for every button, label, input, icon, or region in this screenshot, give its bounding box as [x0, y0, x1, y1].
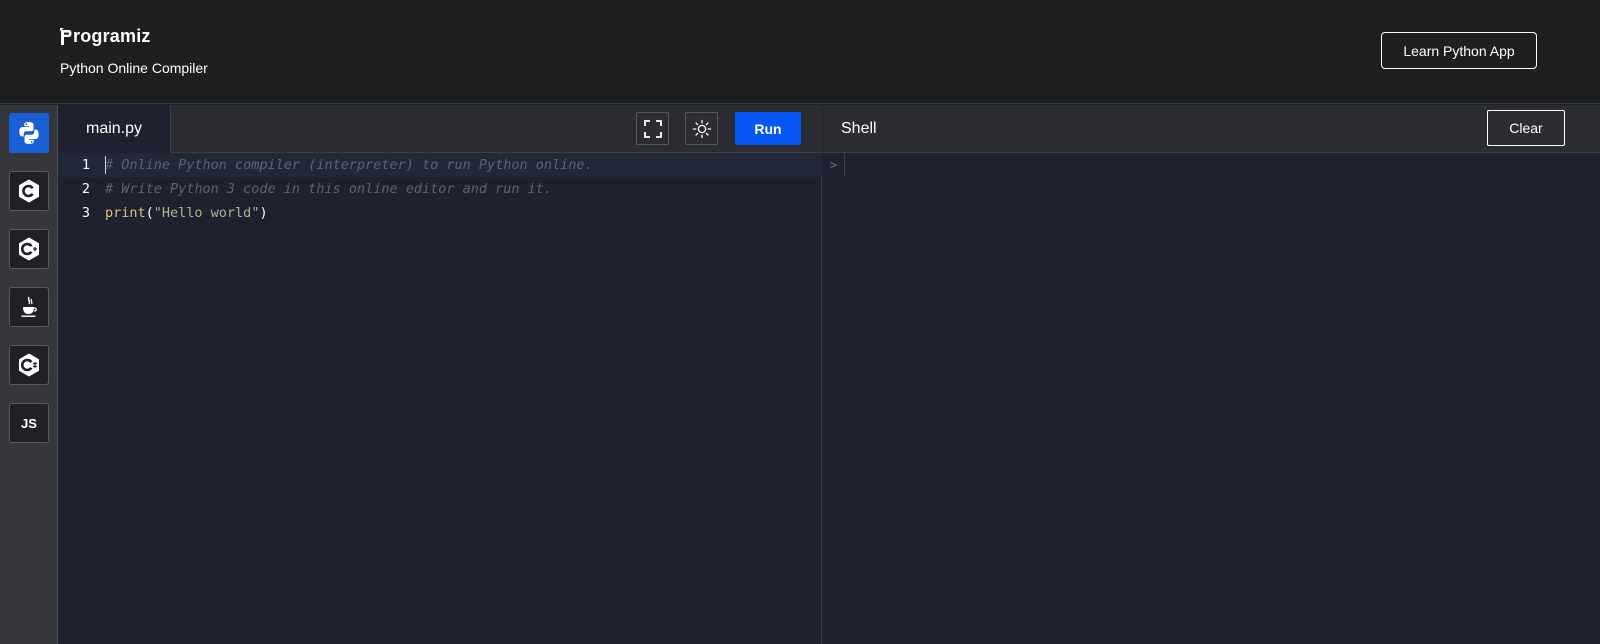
clear-button[interactable]: Clear — [1487, 110, 1565, 146]
file-tab-main-py[interactable]: main.py — [58, 105, 171, 153]
code-text: # Write Python 3 code in this online edi… — [105, 181, 553, 197]
shell-pane: Shell Clear > — [823, 105, 1600, 644]
editor-toolbar: main.py Run — [58, 105, 822, 153]
shell-prompt: > — [823, 153, 845, 177]
language-java-button[interactable] — [9, 287, 49, 327]
language-csharp-button[interactable] — [9, 345, 49, 385]
programiz-logo[interactable]: rogramiz — [60, 26, 151, 47]
code-text: # Online Python compiler (interpreter) t… — [105, 157, 593, 173]
code-text: print("Hello world") — [105, 205, 268, 221]
language-cpp-button[interactable] — [9, 229, 49, 269]
brand-name: rogramiz — [73, 26, 151, 46]
code-line[interactable]: 3 print("Hello world") — [58, 201, 822, 225]
code-editor[interactable]: 1 # Online Python compiler (interpreter)… — [58, 153, 822, 644]
csharp-icon — [19, 353, 39, 377]
language-python-button[interactable] — [9, 113, 49, 153]
java-icon — [21, 296, 37, 317]
python-icon — [19, 122, 39, 144]
cpp-icon — [19, 237, 39, 261]
learn-python-app-button[interactable]: Learn Python App — [1381, 32, 1537, 69]
fullscreen-icon — [643, 119, 662, 138]
run-button[interactable]: Run — [735, 112, 801, 145]
js-icon: JS — [21, 415, 37, 431]
code-line[interactable]: 2 # Write Python 3 code in this online e… — [58, 177, 822, 201]
shell-toolbar: Shell Clear — [823, 105, 1600, 153]
sun-icon — [692, 119, 711, 138]
code-string-token: "Hello world" — [153, 205, 260, 221]
fullscreen-button[interactable] — [636, 112, 669, 145]
editor-pane: main.py Run 1 # Online Python compiler (… — [58, 105, 822, 644]
line-number: 3 — [81, 205, 90, 221]
code-function-token: print — [105, 205, 146, 221]
language-sidebar: JS — [0, 105, 58, 644]
top-header: rogramiz Python Online Compiler Learn Py… — [0, 0, 1600, 104]
text-cursor — [105, 156, 106, 174]
line-number: 1 — [81, 157, 90, 173]
theme-toggle-button[interactable] — [685, 112, 718, 145]
programiz-p-icon — [60, 27, 72, 45]
language-c-button[interactable] — [9, 171, 49, 211]
c-icon — [19, 179, 39, 203]
language-javascript-button[interactable]: JS — [9, 403, 49, 443]
code-paren-token: ) — [259, 205, 268, 221]
page-subtitle: Python Online Compiler — [60, 60, 208, 76]
shell-output[interactable]: > — [823, 153, 1600, 644]
code-line[interactable]: 1 # Online Python compiler (interpreter)… — [58, 153, 822, 177]
code-paren-token: ( — [145, 205, 154, 221]
shell-title: Shell — [841, 120, 877, 137]
line-number: 2 — [81, 181, 90, 197]
